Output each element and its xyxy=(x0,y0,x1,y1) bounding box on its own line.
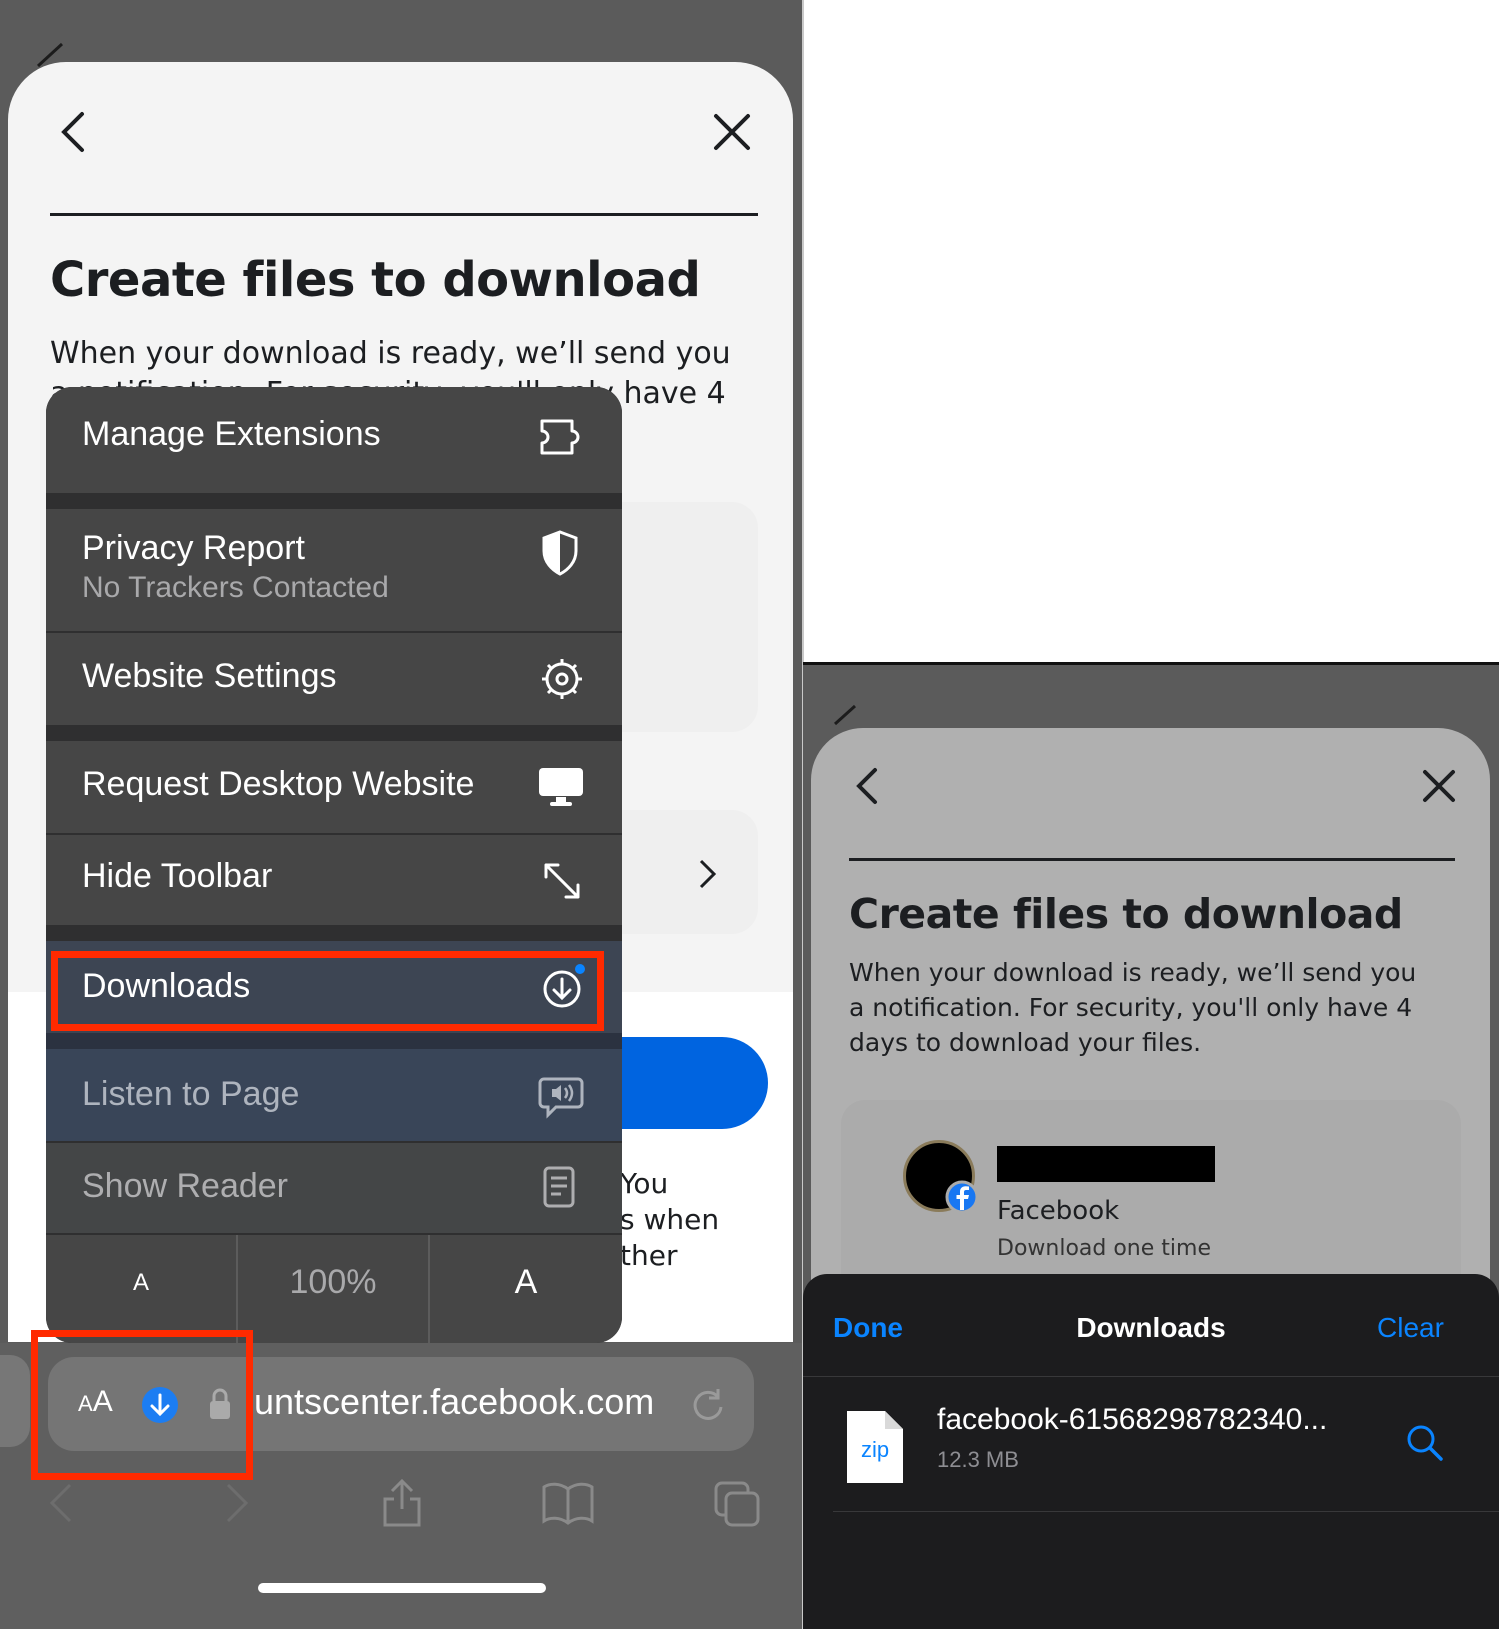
clear-button[interactable]: Clear xyxy=(1377,1312,1444,1344)
menu-item-sublabel: No Trackers Contacted xyxy=(82,571,389,604)
menu-item-label: Manage Extensions xyxy=(82,415,381,453)
header-divider xyxy=(849,858,1455,861)
back-icon[interactable] xyxy=(56,110,92,154)
page-menu: Manage Extensions Privacy Report No Trac… xyxy=(46,387,622,1343)
partial-text-1: You xyxy=(620,1167,669,1200)
font-large-label: A xyxy=(514,1263,538,1301)
download-file-size: 12.3 MB xyxy=(937,1447,1019,1472)
reload-icon[interactable] xyxy=(688,1385,728,1425)
menu-item-website-settings[interactable]: Website Settings xyxy=(46,633,622,725)
menu-separator xyxy=(46,493,622,509)
menu-item-label: Request Desktop Website xyxy=(82,765,475,803)
page-description-line-1: When your download is ready, we’ll send … xyxy=(50,336,731,371)
shield-icon xyxy=(542,530,578,576)
forward-nav-icon[interactable] xyxy=(222,1481,252,1525)
zip-file-icon: zip xyxy=(847,1411,903,1483)
zip-label: zip xyxy=(861,1437,889,1462)
font-size-row: A 100% A xyxy=(46,1235,622,1343)
back-icon[interactable] xyxy=(853,766,883,806)
background-chevron-icon xyxy=(833,704,857,726)
menu-item-label: Hide Toolbar xyxy=(82,857,273,895)
menu-item-request-desktop-website[interactable]: Request Desktop Website xyxy=(46,741,622,833)
downloads-sheet: Done Downloads Clear zip facebook-615682… xyxy=(803,1274,1499,1629)
increase-font-button[interactable]: A xyxy=(430,1235,622,1343)
page-description-line-3: days to download your files. xyxy=(849,1028,1202,1057)
menu-item-label: Privacy Report xyxy=(82,529,305,567)
back-nav-icon[interactable] xyxy=(46,1481,76,1525)
expand-arrows-icon xyxy=(544,863,580,899)
puzzle-icon xyxy=(540,419,580,455)
zoom-level: 100% xyxy=(289,1263,377,1301)
left-screenshot: Create files to download When your downl… xyxy=(0,0,803,1629)
right-screenshot: Create files to download When your downl… xyxy=(803,662,1499,1629)
redacted-account-name xyxy=(997,1146,1215,1182)
menu-item-label: Listen to Page xyxy=(82,1075,300,1113)
page-description-line-2: a notification. For security, you'll onl… xyxy=(849,993,1413,1022)
reader-icon xyxy=(543,1166,575,1208)
done-button[interactable]: Done xyxy=(833,1312,903,1344)
bookmarks-icon[interactable] xyxy=(540,1481,596,1525)
menu-separator xyxy=(46,925,622,941)
menu-separator xyxy=(46,725,622,741)
page-description-line-1: When your download is ready, we’ll send … xyxy=(849,958,1417,987)
gear-icon xyxy=(542,659,582,699)
decrease-font-button[interactable]: A xyxy=(46,1235,236,1343)
menu-item-privacy-report[interactable]: Privacy Report No Trackers Contacted xyxy=(46,509,622,631)
account-sub: Download one time xyxy=(997,1236,1211,1261)
chevron-right-icon xyxy=(699,859,717,889)
partial-text-2: s when xyxy=(620,1203,720,1236)
facebook-badge-icon xyxy=(945,1180,979,1214)
menu-separator xyxy=(46,1033,622,1049)
font-small-label: A xyxy=(132,1269,149,1296)
close-icon[interactable] xyxy=(712,112,752,152)
desktop-icon xyxy=(539,768,583,806)
magnifier-icon[interactable] xyxy=(1405,1423,1445,1463)
download-file-name: facebook-61568298782340... xyxy=(937,1403,1328,1436)
previous-tab-peek[interactable] xyxy=(0,1355,30,1447)
downloads-highlight-box xyxy=(51,951,604,1031)
header-divider xyxy=(50,213,758,216)
menu-item-label: Website Settings xyxy=(82,657,337,695)
toolbar-download-highlight-box xyxy=(31,1330,253,1480)
account-service: Facebook xyxy=(997,1196,1120,1226)
menu-item-show-reader[interactable]: Show Reader xyxy=(46,1143,622,1233)
url-text: untscenter.facebook.com xyxy=(254,1381,655,1422)
item-divider xyxy=(833,1511,1499,1512)
speaker-bubble-icon xyxy=(538,1077,584,1119)
partial-text-3: ther xyxy=(620,1239,678,1272)
menu-item-manage-extensions[interactable]: Manage Extensions xyxy=(46,387,622,493)
share-icon[interactable] xyxy=(380,1477,424,1529)
page-title: Create files to download xyxy=(50,252,701,308)
page-sheet: Create files to download When your downl… xyxy=(811,728,1490,1340)
right-top-border xyxy=(803,662,1499,665)
page-title: Create files to download xyxy=(849,890,1403,938)
close-icon[interactable] xyxy=(1421,768,1457,804)
menu-item-hide-toolbar[interactable]: Hide Toolbar xyxy=(46,835,622,925)
download-item[interactable]: zip facebook-61568298782340... 12.3 MB xyxy=(803,1377,1499,1511)
tabs-icon[interactable] xyxy=(712,1479,762,1529)
menu-item-listen-to-page[interactable]: Listen to Page xyxy=(46,1049,622,1141)
home-indicator xyxy=(258,1583,546,1593)
menu-item-label: Show Reader xyxy=(82,1167,289,1205)
